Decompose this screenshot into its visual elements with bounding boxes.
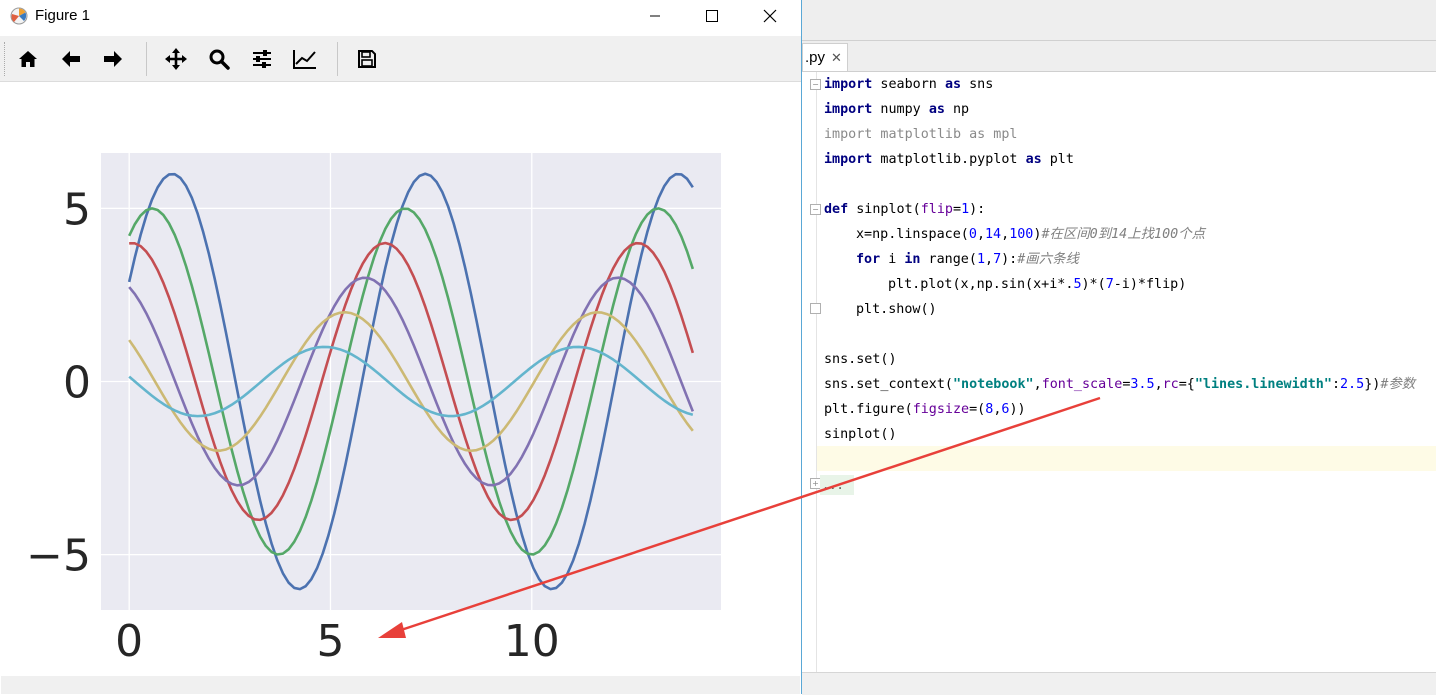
window-title: Figure 1: [35, 7, 91, 24]
arrow-right-icon: [104, 51, 122, 67]
folded-code-marker[interactable]: ...: [820, 475, 854, 495]
toolbar-grip[interactable]: [4, 42, 7, 76]
code-line: plt.show(): [856, 302, 937, 317]
fold-collapse-icon[interactable]: −: [810, 204, 821, 215]
code-line: sinplot(): [824, 427, 897, 442]
matplotlib-app-icon: [10, 7, 28, 25]
code-text-area[interactable]: import seaborn as sns import numpy as np…: [824, 72, 1436, 672]
code-line: import seaborn as sns: [824, 77, 994, 92]
magnifier-icon: [209, 49, 230, 70]
maximize-button[interactable]: [683, 0, 741, 32]
fold-end-icon[interactable]: [810, 303, 821, 314]
close-button[interactable]: [741, 0, 799, 32]
pan-button[interactable]: [161, 44, 191, 74]
code-line: x=np.linspace(0,14,100)#在区间0到14上找100个点: [856, 227, 1205, 242]
x-tick-label: 5: [316, 616, 344, 667]
code-line: import matplotlib.pyplot as plt: [824, 152, 1074, 167]
editor-tabbar: .py ✕: [802, 41, 1436, 72]
code-line: import numpy as np: [824, 102, 970, 117]
fold-collapse-icon[interactable]: −: [810, 79, 821, 90]
editor-top-panel: [802, 0, 1436, 41]
code-line: plt.figure(figsize=(8,6)): [824, 402, 1026, 417]
y-tick-label: 0: [63, 358, 91, 409]
floppy-disk-icon: [358, 50, 376, 68]
configure-subplots-button[interactable]: [247, 44, 277, 74]
home-icon: [19, 51, 37, 67]
figure-window: Figure 1 0 5 10 5 0 −5: [0, 0, 802, 694]
editor-bottom-bar: [802, 672, 1436, 695]
tab-close-icon[interactable]: ✕: [831, 50, 842, 66]
edit-axis-button[interactable]: [290, 44, 320, 74]
code-line: for i in range(1,7):#画六条线: [856, 252, 1079, 267]
back-button[interactable]: [56, 44, 86, 74]
zoom-button[interactable]: [204, 44, 234, 74]
code-line: def sinplot(flip=1):: [824, 202, 986, 217]
toolbar-separator: [146, 42, 147, 76]
editor-gutter: [802, 72, 817, 672]
x-tick-label: 0: [115, 616, 143, 667]
x-tick-label: 10: [504, 616, 560, 667]
toolbar-separator: [337, 42, 338, 76]
y-tick-label: −5: [26, 531, 91, 582]
code-line: plt.plot(x,np.sin(x+i*.5)*(7-i)*flip): [888, 277, 1187, 292]
close-icon: [763, 9, 777, 23]
tab-py-file[interactable]: .py ✕: [802, 43, 848, 71]
save-button[interactable]: [352, 44, 382, 74]
arrow-left-icon: [62, 51, 80, 67]
forward-button[interactable]: [98, 44, 128, 74]
line-chart-icon: [293, 50, 316, 69]
code-line-unused-import: import matplotlib as mpl: [824, 127, 1018, 142]
minimize-button[interactable]: [626, 0, 684, 32]
sliders-icon: [253, 50, 271, 68]
move-icon: [165, 48, 187, 70]
tab-label: .py: [805, 49, 826, 66]
window-titlebar[interactable]: Figure 1: [0, 0, 801, 34]
figure-canvas[interactable]: 0 5 10 5 0 −5: [1, 82, 800, 676]
sine-waves-plot[interactable]: 0 5 10 5 0 −5: [1, 82, 800, 676]
maximize-icon: [706, 10, 718, 22]
navigation-toolbar: [0, 36, 801, 82]
home-button[interactable]: [13, 44, 43, 74]
code-line: sns.set(): [824, 352, 897, 367]
code-line: sns.set_context("notebook",font_scale=3.…: [824, 377, 1416, 392]
minimize-icon: [650, 15, 660, 17]
figure-statusbar: [1, 676, 800, 694]
y-tick-label: 5: [63, 184, 91, 235]
code-editor: .py ✕ − − + import seaborn as sns import…: [802, 0, 1436, 695]
